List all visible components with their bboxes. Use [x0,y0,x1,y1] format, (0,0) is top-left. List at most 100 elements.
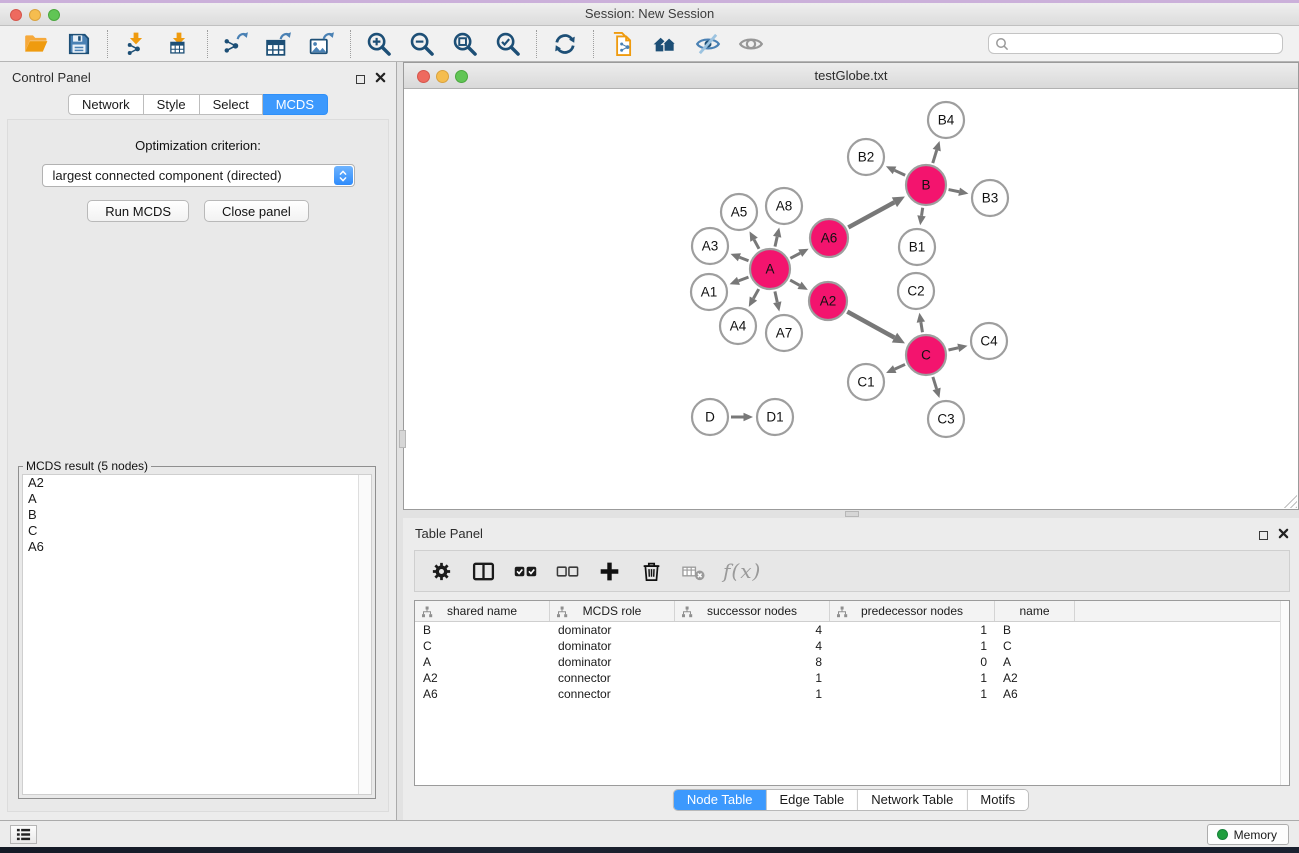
edge-B-B3[interactable] [949,190,960,192]
edge-B-B2[interactable] [895,170,906,175]
table-row[interactable]: A2connector11A2 [415,670,1289,686]
column-header-MCDS-role[interactable]: MCDS role [550,601,675,621]
float-panel-icon[interactable] [356,75,365,84]
node-table-scrollbar[interactable] [1280,601,1289,785]
edge-A-A7[interactable] [775,291,777,302]
table-cell[interactable]: 1 [830,623,995,637]
import-table-button[interactable] [165,30,193,58]
tab-style[interactable]: Style [144,94,200,115]
table-cell[interactable]: C [415,639,550,653]
mcds-result-item[interactable]: A2 [23,475,371,491]
table-cell[interactable]: 8 [675,655,830,669]
tab-mcds[interactable]: MCDS [263,94,328,115]
table-cell[interactable]: 1 [675,687,830,701]
save-button[interactable] [65,30,93,58]
table-cell[interactable]: B [415,623,550,637]
function-builder-button[interactable]: f(x) [723,559,761,584]
horizontal-splitter-grip[interactable] [845,511,859,517]
zoom-window-icon[interactable] [48,9,60,21]
edge-A-A6[interactable] [790,253,800,258]
table-row[interactable]: A6connector11A6 [415,686,1289,702]
memory-button[interactable]: Memory [1207,824,1289,845]
column-header-shared-name[interactable]: shared name [415,601,550,621]
zoom-in-button[interactable] [365,30,393,58]
delete-column-button[interactable] [639,559,664,584]
tab-node-table[interactable]: Node Table [674,790,767,810]
add-column-button[interactable] [597,559,622,584]
column-header-predecessor-nodes[interactable]: predecessor nodes [830,601,995,621]
table-row[interactable]: Cdominator41C [415,638,1289,654]
import-network-button[interactable] [122,30,150,58]
export-table-button[interactable] [265,30,293,58]
table-cell[interactable]: connector [550,671,675,685]
hide-edges-button[interactable] [694,30,722,58]
edge-A-A8[interactable] [775,237,777,247]
table-cell[interactable]: 1 [830,671,995,685]
network-minimize-icon[interactable] [436,70,449,83]
table-cell[interactable]: 1 [830,639,995,653]
network-canvas[interactable]: ABCA2A6A1A3A4A5A7A8B1B2B3B4C1C2C3C4DD1 [404,89,1298,509]
edge-C-C1[interactable] [895,364,905,369]
edge-C-C4[interactable] [948,348,958,350]
edge-A6-B[interactable] [848,202,894,227]
table-cell[interactable]: A6 [415,687,550,701]
home-button[interactable] [651,30,679,58]
table-cell[interactable]: 4 [675,623,830,637]
delete-table-button[interactable] [681,559,706,584]
vertical-splitter-grip[interactable] [399,430,406,448]
edge-A-A4[interactable] [753,289,758,298]
settings-button[interactable] [429,559,454,584]
edge-C-C3[interactable] [933,377,937,389]
zoom-selected-button[interactable] [494,30,522,58]
network-close-icon[interactable] [417,70,430,83]
select-all-columns-button[interactable] [513,559,538,584]
minimize-window-icon[interactable] [29,9,41,21]
float-table-panel-icon[interactable] [1259,531,1268,540]
column-header-successor-nodes[interactable]: successor nodes [675,601,830,621]
table-cell[interactable]: B [995,623,1075,637]
table-cell[interactable]: dominator [550,623,675,637]
close-panel-button[interactable]: Close panel [204,200,309,222]
table-cell[interactable]: C [995,639,1075,653]
column-header-name[interactable]: name [995,601,1075,621]
edge-B-B1[interactable] [922,208,923,216]
unselect-all-columns-button[interactable] [555,559,580,584]
close-panel-icon[interactable] [375,70,386,88]
edge-A-A2[interactable] [790,280,799,285]
task-history-button[interactable] [10,825,37,844]
mcds-result-list[interactable]: A2ABCA6 [22,474,372,795]
table-cell[interactable]: A [415,655,550,669]
mcds-result-item[interactable]: B [23,507,371,523]
tab-motifs[interactable]: Motifs [967,790,1028,810]
table-row[interactable]: Bdominator41B [415,622,1289,638]
export-image-button[interactable] [308,30,336,58]
table-row[interactable]: Adominator80A [415,654,1289,670]
table-cell[interactable]: A2 [415,671,550,685]
open-button[interactable] [22,30,50,58]
close-table-panel-icon[interactable] [1278,526,1289,544]
network-graph[interactable]: ABCA2A6A1A3A4A5A7A8B1B2B3B4C1C2C3C4DD1 [404,89,1296,508]
table-cell[interactable]: A6 [995,687,1075,701]
close-window-icon[interactable] [10,9,22,21]
edge-A-A5[interactable] [754,240,759,249]
refresh-button[interactable] [551,30,579,58]
node-table[interactable]: shared nameMCDS rolesuccessor nodesprede… [414,600,1290,786]
tab-network-table[interactable]: Network Table [858,790,967,810]
table-cell[interactable]: A [995,655,1075,669]
table-cell[interactable]: A2 [995,671,1075,685]
table-cell[interactable]: dominator [550,655,675,669]
tab-network[interactable]: Network [68,94,144,115]
table-cell[interactable]: connector [550,687,675,701]
mcds-result-scrollbar[interactable] [358,475,371,794]
optimization-criterion-select[interactable]: largest connected component (directed) [42,164,355,187]
clone-network-button[interactable] [608,30,636,58]
network-window-titlebar[interactable]: testGlobe.txt [404,63,1298,89]
table-cell[interactable]: 4 [675,639,830,653]
table-cell[interactable]: 1 [675,671,830,685]
table-cell[interactable]: 1 [830,687,995,701]
export-network-button[interactable] [222,30,250,58]
split-view-button[interactable] [471,559,496,584]
network-zoom-icon[interactable] [455,70,468,83]
zoom-fit-button[interactable] [451,30,479,58]
search-input[interactable] [988,33,1283,54]
